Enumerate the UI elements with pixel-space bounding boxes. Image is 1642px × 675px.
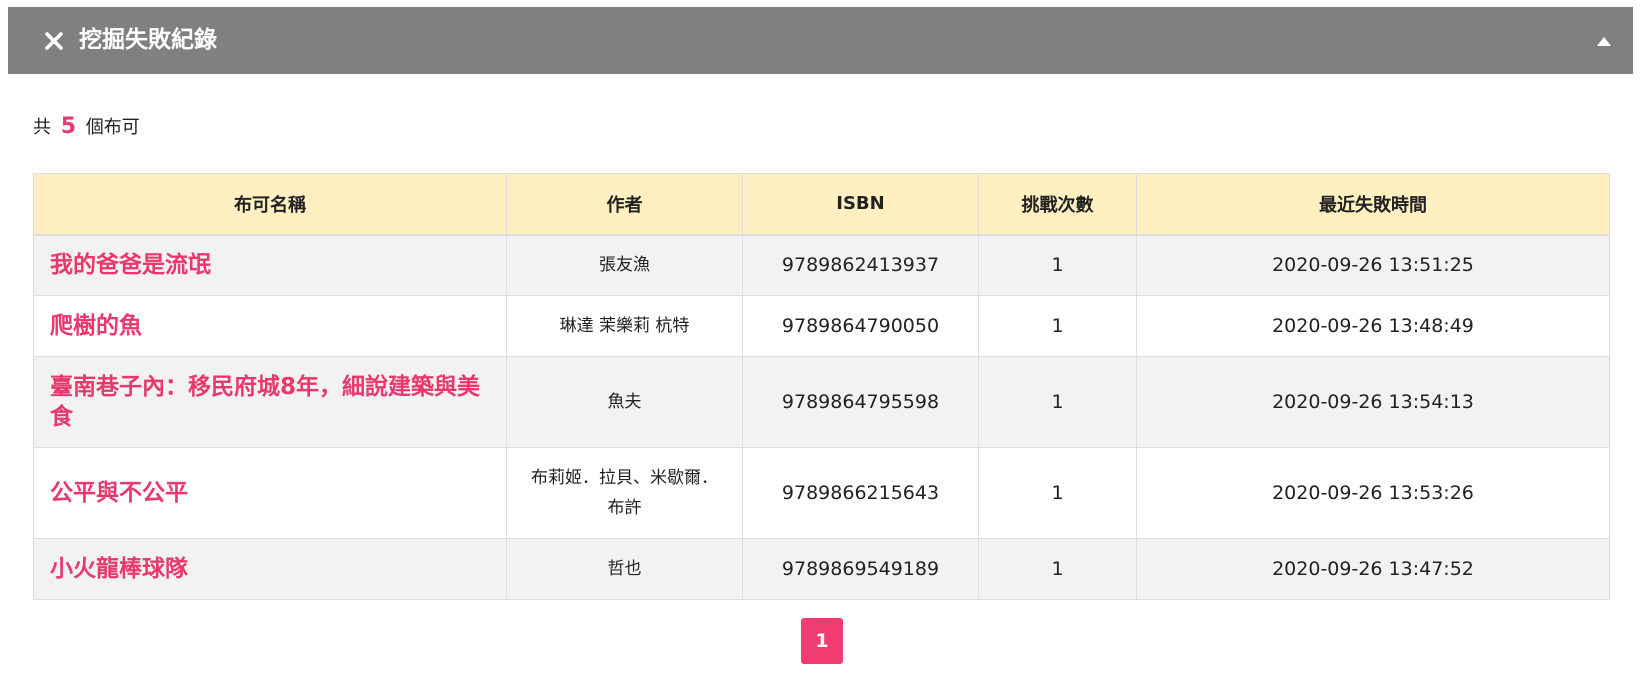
book-title-link[interactable]: 臺南巷子內：移民府城8年，細說建築與美食	[50, 372, 492, 432]
title-cell: 臺南巷子內：移民府城8年，細說建築與美食	[33, 356, 507, 448]
isbn-cell: 9789869549189	[742, 538, 979, 600]
last-failed-cell: 2020-09-26 13:54:13	[1136, 356, 1610, 448]
table-row: 爬樹的魚 琳達 茉樂莉 杭特 9789864790050 1 2020-09-2…	[33, 295, 1610, 357]
title-cell: 我的爸爸是流氓	[33, 234, 507, 296]
close-icon[interactable]	[44, 31, 64, 51]
isbn-cell: 9789864790050	[742, 295, 979, 357]
table-row: 公平與不公平 布莉姬．拉貝、米歇爾．布許 9789866215643 1 202…	[33, 447, 1610, 539]
author-cell: 布莉姬．拉貝、米歇爾．布許	[506, 447, 743, 539]
author-cell: 張友漁	[506, 234, 743, 296]
title-cell: 爬樹的魚	[33, 295, 507, 357]
book-title-link[interactable]: 爬樹的魚	[50, 311, 492, 341]
column-header-title: 布可名稱	[33, 173, 507, 236]
book-title-link[interactable]: 公平與不公平	[50, 478, 492, 508]
table-row: 我的爸爸是流氓 張友漁 9789862413937 1 2020-09-26 1…	[33, 234, 1610, 296]
table-row: 臺南巷子內：移民府城8年，細說建築與美食 魚夫 9789864795598 1 …	[33, 356, 1610, 448]
attempts-cell: 1	[978, 447, 1137, 539]
summary-prefix: 共	[33, 117, 51, 138]
column-header-author: 作者	[506, 173, 743, 236]
title-cell: 小火龍棒球隊	[33, 538, 507, 600]
isbn-cell: 9789864795598	[742, 356, 979, 448]
table-header-row: 布可名稱 作者 ISBN 挑戰次數 最近失敗時間	[33, 173, 1610, 236]
last-failed-cell: 2020-09-26 13:48:49	[1136, 295, 1610, 357]
last-failed-cell: 2020-09-26 13:47:52	[1136, 538, 1610, 600]
table-row: 小火龍棒球隊 哲也 9789869549189 1 2020-09-26 13:…	[33, 538, 1610, 600]
author-cell: 琳達 茉樂莉 杭特	[506, 295, 743, 357]
caret-up-icon[interactable]	[1597, 37, 1611, 46]
column-header-last-failed: 最近失敗時間	[1136, 173, 1610, 236]
attempts-cell: 1	[978, 295, 1137, 357]
column-header-isbn: ISBN	[742, 173, 979, 236]
panel-header: 挖掘失敗紀錄	[8, 7, 1633, 74]
record-summary: 共 5 個布可	[33, 114, 140, 141]
attempts-cell: 1	[978, 234, 1137, 296]
last-failed-cell: 2020-09-26 13:51:25	[1136, 234, 1610, 296]
record-count: 5	[60, 114, 77, 139]
isbn-cell: 9789862413937	[742, 234, 979, 296]
book-title-link[interactable]: 小火龍棒球隊	[50, 554, 492, 584]
attempts-cell: 1	[978, 356, 1137, 448]
last-failed-cell: 2020-09-26 13:53:26	[1136, 447, 1610, 539]
attempts-cell: 1	[978, 538, 1137, 600]
failure-records-table: 布可名稱 作者 ISBN 挑戰次數 最近失敗時間 我的爸爸是流氓 張友漁 978…	[33, 173, 1610, 600]
author-cell: 哲也	[506, 538, 743, 600]
pagination-page-button[interactable]: 1	[801, 618, 843, 664]
summary-suffix: 個布可	[85, 117, 140, 138]
isbn-cell: 9789866215643	[742, 447, 979, 539]
title-cell: 公平與不公平	[33, 447, 507, 539]
author-cell: 魚夫	[506, 356, 743, 448]
panel-title: 挖掘失敗紀錄	[79, 27, 217, 53]
book-title-link[interactable]: 我的爸爸是流氓	[50, 250, 492, 280]
column-header-attempts: 挑戰次數	[978, 173, 1137, 236]
